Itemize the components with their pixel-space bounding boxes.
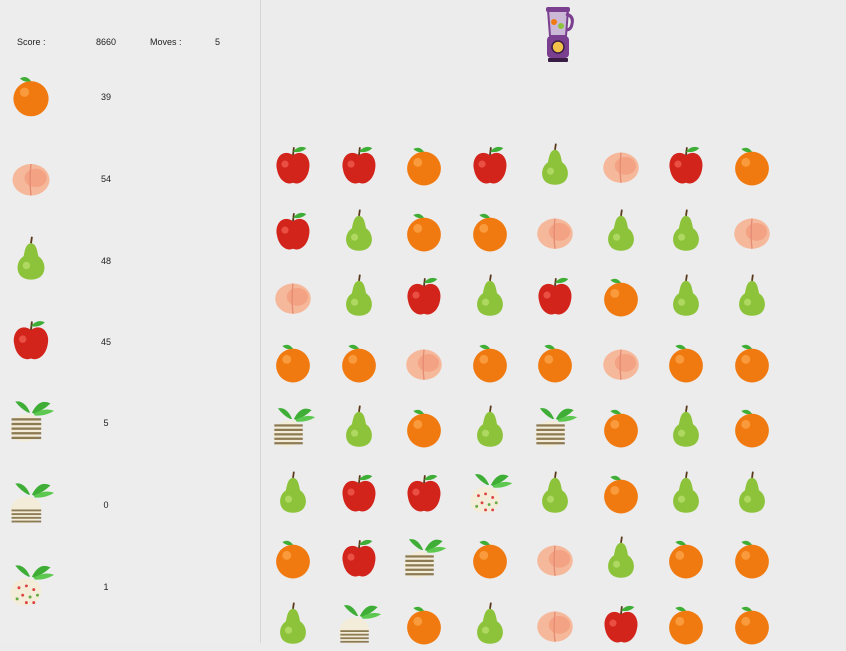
goal-count: 54: [100, 174, 111, 184]
orange-tile[interactable]: [594, 466, 648, 520]
goal-item-apple: 45: [0, 315, 260, 375]
pear-tile[interactable]: [463, 269, 517, 323]
pear-tile[interactable]: [594, 531, 648, 585]
pear-tile[interactable]: [659, 269, 713, 323]
orange-tile[interactable]: [266, 531, 320, 585]
goal-count: 48: [100, 256, 111, 266]
pear-tile[interactable]: [594, 204, 648, 258]
pear-tile[interactable]: [528, 466, 582, 520]
orange-tile[interactable]: [266, 335, 320, 389]
peach-tile[interactable]: [725, 204, 779, 258]
score-value: 8660: [96, 37, 117, 47]
pear-tile[interactable]: [332, 269, 386, 323]
apple-icon: [6, 315, 56, 365]
turnip-striped-tile[interactable]: [397, 531, 451, 585]
goal-item-peach: 54: [0, 152, 260, 212]
peach-tile[interactable]: [594, 335, 648, 389]
pear-tile[interactable]: [266, 466, 320, 520]
orange-tile[interactable]: [725, 335, 779, 389]
orange-tile[interactable]: [397, 138, 451, 192]
pear-tile[interactable]: [463, 400, 517, 454]
orange-tile[interactable]: [659, 335, 713, 389]
peach-tile[interactable]: [528, 531, 582, 585]
orange-tile[interactable]: [397, 204, 451, 258]
apple-tile[interactable]: [397, 269, 451, 323]
apple-tile[interactable]: [397, 466, 451, 520]
turnip-striped-icon: [6, 396, 56, 446]
peach-tile[interactable]: [528, 204, 582, 258]
goal-count: 5: [103, 418, 109, 428]
pear-tile[interactable]: [725, 269, 779, 323]
apple-tile[interactable]: [332, 138, 386, 192]
blender-icon: [542, 6, 574, 64]
goal-count: 39: [100, 92, 111, 102]
moves-value: 5: [215, 37, 221, 47]
goal-count: 1: [103, 582, 109, 592]
orange-tile[interactable]: [725, 400, 779, 454]
orange-tile[interactable]: [725, 531, 779, 585]
pear-tile[interactable]: [725, 466, 779, 520]
orange-tile[interactable]: [725, 138, 779, 192]
pear-icon: [6, 234, 56, 284]
orange-tile[interactable]: [463, 335, 517, 389]
moves-label: Moves :: [150, 37, 182, 47]
orange-tile[interactable]: [528, 335, 582, 389]
apple-tile[interactable]: [528, 269, 582, 323]
turnip-striped-tile[interactable]: [528, 400, 582, 454]
turnip-band-icon: [6, 478, 56, 528]
apple-tile[interactable]: [332, 466, 386, 520]
orange-tile[interactable]: [463, 531, 517, 585]
orange-tile[interactable]: [332, 335, 386, 389]
goal-item-orange: 39: [0, 70, 260, 130]
peach-tile[interactable]: [266, 269, 320, 323]
score-label: Score :: [17, 37, 46, 47]
pear-tile[interactable]: [528, 138, 582, 192]
turnip-dotted-icon: [6, 560, 56, 610]
peach-tile[interactable]: [594, 138, 648, 192]
goal-item-turnip-dotted: 1: [0, 560, 260, 620]
apple-tile[interactable]: [659, 138, 713, 192]
apple-tile[interactable]: [266, 138, 320, 192]
orange-tile[interactable]: [594, 269, 648, 323]
turnip-striped-tile[interactable]: [266, 400, 320, 454]
apple-tile[interactable]: [463, 138, 517, 192]
pear-tile[interactable]: [332, 400, 386, 454]
goal-item-turnip-band: 0: [0, 478, 260, 538]
orange-tile[interactable]: [594, 400, 648, 454]
peach-icon: [6, 152, 56, 202]
goal-item-pear: 48: [0, 234, 260, 294]
orange-tile[interactable]: [463, 204, 517, 258]
goal-count: 45: [100, 337, 111, 347]
goals-panel: Score : 8660 Moves : 5 39 54 48 45 5 0 1: [0, 0, 261, 643]
orange-tile[interactable]: [659, 531, 713, 585]
goal-item-turnip-striped: 5: [0, 396, 260, 456]
goal-count: 0: [103, 500, 109, 510]
pear-tile[interactable]: [659, 400, 713, 454]
pear-tile[interactable]: [659, 466, 713, 520]
orange-icon: [6, 70, 56, 120]
game-area: [261, 0, 846, 645]
apple-tile[interactable]: [266, 204, 320, 258]
orange-tile[interactable]: [397, 400, 451, 454]
peach-tile[interactable]: [397, 335, 451, 389]
pear-tile[interactable]: [332, 204, 386, 258]
turnip-dotted-tile[interactable]: [463, 466, 517, 520]
pear-tile[interactable]: [659, 204, 713, 258]
apple-tile[interactable]: [332, 531, 386, 585]
